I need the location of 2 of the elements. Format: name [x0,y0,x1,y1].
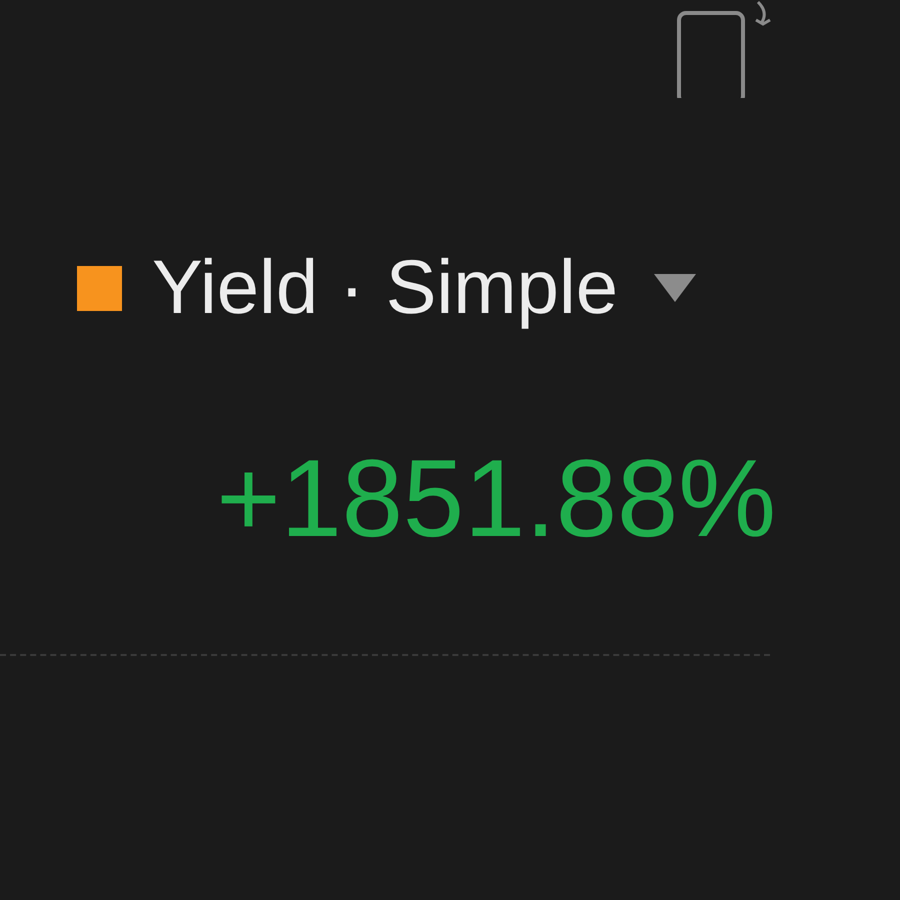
caret-icon[interactable] [654,274,696,302]
yield-value: +1851.88% [216,444,776,554]
